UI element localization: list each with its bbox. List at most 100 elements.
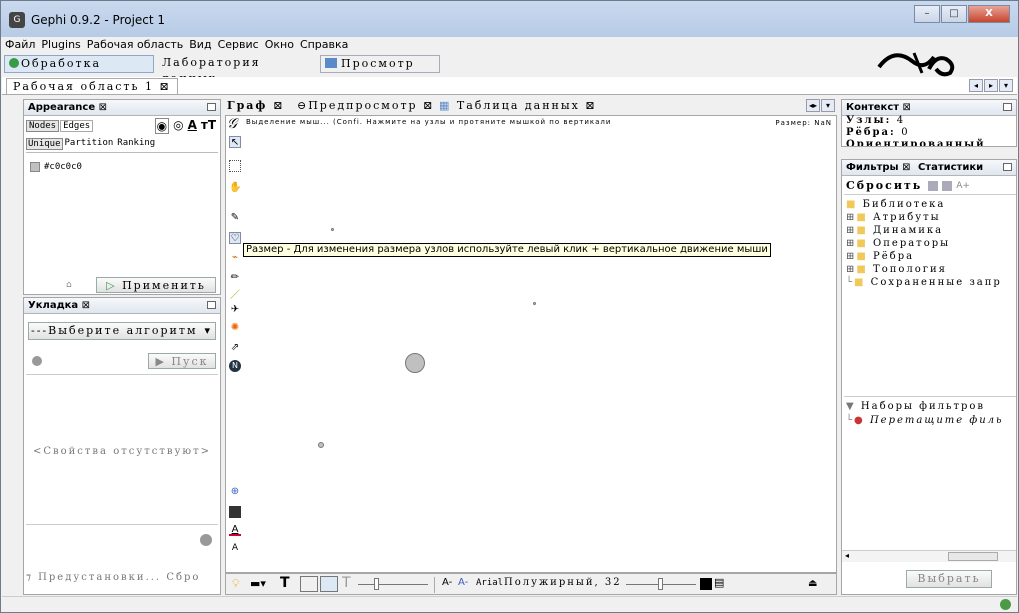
tab-graph[interactable]: Граф ⊠	[227, 98, 284, 114]
edge-tool-icon[interactable]	[300, 576, 318, 592]
info-icon[interactable]	[32, 356, 42, 366]
close-panel-icon[interactable]: ⊠	[82, 300, 90, 311]
label-size-icon[interactable]: A	[229, 542, 241, 554]
show-labels-icon[interactable]: T	[280, 575, 290, 591]
size-icon[interactable]: ◎	[173, 118, 183, 134]
label-settings-icon[interactable]: ▤	[714, 576, 724, 589]
close-panel-icon[interactable]: ⊠	[903, 102, 911, 113]
label-scale-icon[interactable]: T	[342, 575, 351, 591]
expand-icon[interactable]: ⊞	[846, 264, 856, 275]
menu-tools[interactable]: Сервис	[215, 37, 262, 53]
edge-weight-slider[interactable]	[358, 584, 428, 585]
preview-button[interactable]: Просмотр	[320, 55, 440, 73]
font-name[interactable]: Arial	[476, 578, 503, 588]
color-swatch-row[interactable]: #c0c0c0	[30, 162, 82, 172]
close-tab-icon[interactable]: ⊠	[585, 99, 596, 112]
screenshot-icon[interactable]: ▬▾	[250, 577, 266, 590]
zoom-tool-icon[interactable]: ⊕	[229, 486, 241, 498]
auto-refresh-icon[interactable]: A+	[956, 181, 970, 191]
minimize-panel-icon[interactable]	[1003, 163, 1012, 171]
close-tab-icon[interactable]: ⊠	[273, 99, 284, 112]
filter-category[interactable]: ⊞■ Рёбра	[846, 250, 1002, 263]
horizontal-scrollbar[interactable]: ◂	[842, 550, 1016, 562]
heat-map-tool-icon[interactable]: ✺	[229, 322, 241, 334]
brush-tool-icon[interactable]: ⌁	[229, 252, 241, 264]
expand-icon[interactable]: ⊞	[846, 238, 856, 249]
reset-filters-button[interactable]: Сбросить	[846, 179, 922, 192]
graph-node[interactable]	[331, 228, 334, 231]
tab-filters[interactable]: Фильтры ⊠	[846, 162, 910, 173]
presets-link[interactable]: Предустановки...	[38, 572, 161, 583]
menu-window[interactable]: Окно	[262, 37, 297, 53]
shortest-path-tool-icon[interactable]: ✈	[229, 304, 241, 316]
close-button[interactable]: X	[968, 5, 1010, 23]
label-color-swatch[interactable]	[700, 578, 712, 590]
close-tab-icon[interactable]: ⊠	[423, 99, 434, 112]
rect-select-tool-icon[interactable]	[229, 160, 241, 172]
scroll-left-icon[interactable]: ◂	[845, 551, 849, 560]
expand-icon[interactable]: ⊞	[846, 212, 856, 223]
tab-nodes[interactable]: Nodes	[26, 120, 60, 132]
workspace-dropdown-icon[interactable]: ▾	[999, 79, 1013, 92]
maximize-button[interactable]: □	[941, 5, 967, 23]
expand-icon[interactable]: ⊞	[846, 251, 856, 262]
slider-thumb[interactable]	[658, 578, 663, 590]
edge-pencil-tool-icon[interactable]: ／	[229, 290, 241, 302]
drag-tool-icon[interactable]: ✋	[229, 182, 241, 194]
graph-canvas[interactable]: 𝒢 Выделение мыш... (Confi. Нажмите на уз…	[225, 115, 837, 573]
filter-icon[interactable]	[928, 180, 939, 191]
subtab-partition[interactable]: Partition	[63, 138, 116, 150]
workspace-tab[interactable]: Рабочая область 1 ⊠	[6, 78, 178, 94]
scroll-thumb[interactable]	[948, 552, 998, 561]
painter-tool-icon[interactable]: ✎	[229, 212, 241, 224]
filter-category[interactable]: ⊞■ Операторы	[846, 237, 1002, 250]
compass-tool-icon[interactable]: N	[229, 360, 241, 372]
tabs-scroll-icon[interactable]: ◂▸	[806, 99, 820, 112]
filter-category[interactable]: ⊞■ Динамика	[846, 224, 1002, 237]
minimize-button[interactable]: –	[914, 5, 940, 23]
close-panel-icon[interactable]: ⊠	[99, 102, 107, 113]
reset-link[interactable]: Сбро	[166, 572, 200, 583]
expand-icon[interactable]: ⊞	[846, 225, 856, 236]
minimize-panel-icon[interactable]	[1003, 103, 1012, 111]
pointer-tool-icon[interactable]: ↖	[229, 136, 241, 148]
graph-node[interactable]	[405, 353, 425, 373]
graph-node[interactable]	[533, 302, 536, 305]
data-lab-button[interactable]: Лаборатория данных	[158, 55, 318, 85]
notification-icon[interactable]	[1000, 599, 1011, 610]
run-button[interactable]: ▶ Пуск	[148, 353, 216, 369]
close-tab-icon[interactable]: ⊠	[160, 80, 171, 93]
nav-right-icon[interactable]: ▸	[984, 79, 998, 92]
menu-file[interactable]: Файл	[2, 37, 38, 53]
edit-tool-icon[interactable]: ⇗	[229, 342, 241, 354]
minimize-panel-icon[interactable]	[207, 103, 216, 111]
filter-category[interactable]: ⊞■ Атрибуты	[846, 211, 1002, 224]
light-bulb-icon[interactable]: 💡︎	[232, 577, 240, 591]
pencil-tool-icon[interactable]: ✏	[229, 272, 241, 284]
close-panel-icon[interactable]: ⊠	[902, 162, 910, 173]
label-color-icon[interactable]: A	[188, 118, 197, 134]
nav-left-icon[interactable]: ◂	[969, 79, 983, 92]
color-swatch[interactable]	[30, 162, 40, 172]
label-size-icon[interactable]: тT	[201, 118, 216, 134]
menu-view[interactable]: Вид	[186, 37, 214, 53]
filter-category[interactable]: ⊞■ Топология	[846, 263, 1002, 276]
filter-icon[interactable]	[942, 180, 953, 191]
layout-algorithm-select[interactable]: ---Выберите алгоритм ▾	[28, 322, 216, 340]
auto-apply-icon[interactable]: ⌂	[66, 280, 72, 290]
tab-data-table[interactable]: ▦ Таблица данных ⊠	[439, 98, 597, 114]
overview-button[interactable]: Обработка	[4, 55, 154, 73]
background-color-icon[interactable]	[229, 506, 241, 518]
label-color-icon[interactable]: A	[229, 524, 241, 536]
subtab-ranking[interactable]: Ranking	[115, 138, 157, 150]
apply-button[interactable]: ▷ Применить	[96, 277, 216, 293]
tab-statistics[interactable]: Статистики	[918, 162, 983, 173]
filter-category[interactable]: └■ Сохраненные запр	[846, 276, 1002, 289]
menu-help[interactable]: Справка	[297, 37, 351, 53]
subtab-unique[interactable]: Unique	[26, 138, 63, 150]
graph-node[interactable]	[318, 442, 324, 448]
edge-color-icon[interactable]	[320, 576, 338, 592]
slider-thumb[interactable]	[374, 578, 379, 590]
font-size-decrease[interactable]: A-	[442, 577, 452, 588]
font-size-increase[interactable]: A-	[458, 577, 468, 588]
